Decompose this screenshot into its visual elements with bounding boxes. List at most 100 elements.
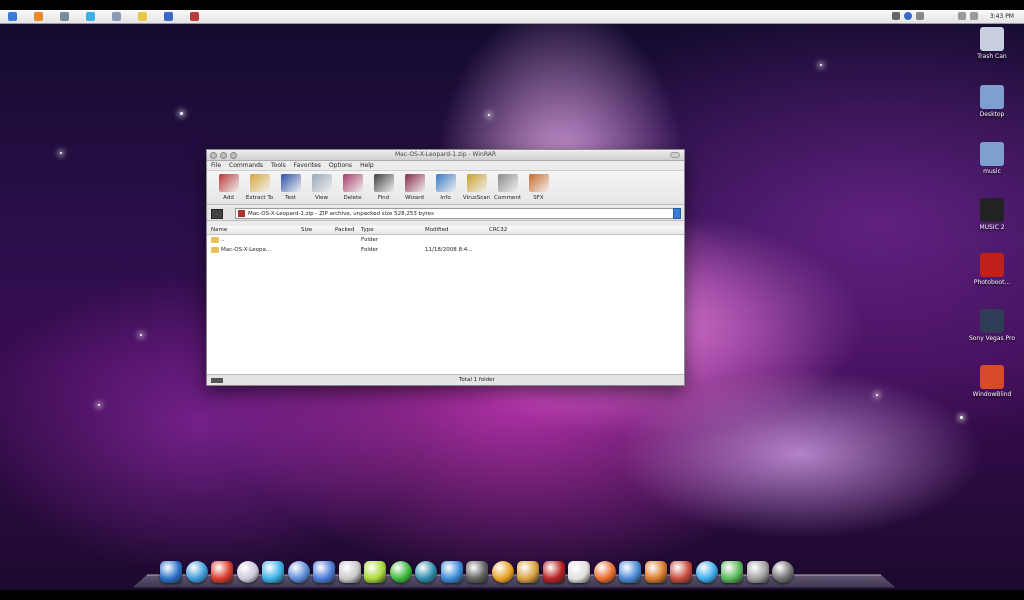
sfx-button[interactable]: SFX (523, 174, 554, 201)
clock[interactable]: 3:43 PM (990, 13, 1014, 20)
network-icon[interactable] (915, 12, 924, 20)
info-label: Info (440, 195, 451, 201)
desktop-item-photobooth[interactable]: Photoboot... (962, 253, 1022, 286)
help-icon[interactable] (903, 12, 912, 20)
firefox-icon[interactable] (34, 12, 43, 21)
dock-app-icon[interactable] (236, 561, 259, 583)
dock-app-icon[interactable] (211, 561, 233, 583)
folder-icon (211, 237, 219, 243)
sony-vegas-icon (980, 309, 1004, 333)
desktop-item-sony-vegas[interactable]: Sony Vegas Pro (962, 309, 1022, 342)
letterbox-bottom (0, 590, 1024, 600)
dock (160, 555, 860, 583)
app-icon[interactable] (112, 12, 121, 21)
col-size[interactable]: Size (301, 227, 312, 233)
dock-app-icon[interactable] (670, 561, 692, 583)
desktop-item-trash[interactable]: Trash Can (962, 27, 1022, 60)
test-button[interactable]: Test (275, 174, 306, 201)
wizard-button[interactable]: Wizard (399, 174, 430, 201)
file-list[interactable]: Name Size Packed Type Modified CRC32 .. … (207, 226, 684, 374)
apple-icon[interactable] (8, 12, 17, 21)
dock-app-icon[interactable] (466, 561, 488, 583)
dock-app-icon[interactable] (440, 561, 463, 583)
dock-app-icon[interactable] (364, 561, 386, 583)
dock-app-icon[interactable] (262, 561, 284, 583)
table-row[interactable]: .. Folder (207, 235, 684, 245)
dock-app-icon[interactable] (568, 561, 590, 583)
address-field[interactable]: Mac-OS-X-Leopard-1.zip - ZIP archive, un… (235, 208, 681, 219)
title-bar[interactable]: Mac-OS-X-Leopard-1.zip - WinRAR (207, 150, 684, 161)
desktop-item-label: Sony Vegas Pro (968, 335, 1016, 342)
wizard-icon (404, 174, 425, 192)
star (820, 64, 822, 66)
dock-app-icon[interactable] (721, 561, 743, 583)
col-crc32[interactable]: CRC32 (489, 227, 507, 233)
toolbar-toggle-button[interactable] (670, 152, 680, 158)
flag-icon[interactable] (969, 12, 978, 20)
dock-app-icon[interactable] (313, 561, 335, 583)
virusscan-button[interactable]: VirusScan (461, 174, 492, 201)
virusscan-label: VirusScan (462, 195, 491, 201)
menu-tools[interactable]: Tools (271, 162, 286, 169)
col-name[interactable]: Name (211, 227, 227, 233)
comment-label: Comment (494, 195, 521, 201)
col-type[interactable]: Type (361, 227, 374, 233)
dock-app-icon[interactable] (644, 561, 667, 583)
add-button[interactable]: Add (213, 174, 244, 201)
address-dropdown-button[interactable] (673, 208, 681, 219)
col-packed[interactable]: Packed (335, 227, 354, 233)
view-button[interactable]: View (306, 174, 337, 201)
dock-app-icon[interactable] (287, 561, 310, 583)
drive-icon[interactable] (211, 378, 223, 383)
volume-icon[interactable] (891, 12, 900, 20)
comment-button[interactable]: Comment (492, 174, 523, 201)
dock-app-icon[interactable] (415, 561, 437, 583)
dock-app-icon[interactable] (772, 561, 794, 583)
extract-to-label: Extract To (245, 195, 274, 201)
add-icon (218, 174, 239, 192)
info-button[interactable]: Info (430, 174, 461, 201)
display-icon[interactable] (957, 12, 966, 20)
find-button[interactable]: Find (368, 174, 399, 201)
add-label: Add (223, 195, 234, 201)
app-icon[interactable] (190, 12, 199, 21)
app-icon[interactable] (60, 12, 69, 21)
delete-button[interactable]: Delete (337, 174, 368, 201)
dock-app-icon[interactable] (593, 561, 616, 583)
col-modified[interactable]: Modified (425, 227, 448, 233)
virusscan-icon (466, 174, 487, 192)
skype-icon[interactable] (86, 12, 95, 21)
globe-icon[interactable] (164, 12, 173, 21)
up-folder-button[interactable] (211, 208, 223, 219)
star (180, 112, 183, 115)
desktop-item-label: Trash Can (977, 53, 1007, 60)
dock-app-icon[interactable] (389, 561, 412, 583)
menu-commands[interactable]: Commands (229, 162, 263, 169)
star (98, 404, 100, 406)
desktop-item-desktop-folder[interactable]: Desktop (962, 85, 1022, 118)
row-modified: 11/18/2008 8:4... (425, 247, 473, 253)
winrar-window[interactable]: Mac-OS-X-Leopard-1.zip - WinRAR File Com… (206, 149, 685, 386)
menu-favorites[interactable]: Favorites (294, 162, 321, 169)
menu-file[interactable]: File (211, 162, 221, 169)
menu-help[interactable]: Help (360, 162, 374, 169)
table-row[interactable]: Mac-OS-X-Leopa... Folder 11/18/2008 8:4.… (207, 245, 684, 255)
desktop-item-windowblinds[interactable]: WindowBlind (962, 365, 1022, 398)
desktop-item-music2[interactable]: MUSIC 2 (962, 198, 1022, 231)
dock-app-icon[interactable] (695, 561, 718, 583)
dock-app-icon[interactable] (746, 561, 769, 583)
dock-app-icon[interactable] (185, 561, 208, 583)
sfx-label: SFX (533, 195, 544, 201)
dock-app-icon[interactable] (160, 561, 182, 583)
dock-app-icon[interactable] (542, 561, 565, 583)
dock-app-icon[interactable] (619, 561, 641, 583)
desktop-item-music-folder[interactable]: music (962, 142, 1022, 175)
menu-options[interactable]: Options (329, 162, 352, 169)
extract-to-button[interactable]: Extract To (244, 174, 275, 201)
dock-app-icon[interactable] (517, 561, 539, 583)
star (60, 152, 62, 154)
notes-icon[interactable] (138, 12, 147, 21)
dock-app-icon[interactable] (491, 561, 514, 583)
wizard-label: Wizard (405, 195, 424, 201)
dock-app-icon[interactable] (338, 561, 361, 583)
